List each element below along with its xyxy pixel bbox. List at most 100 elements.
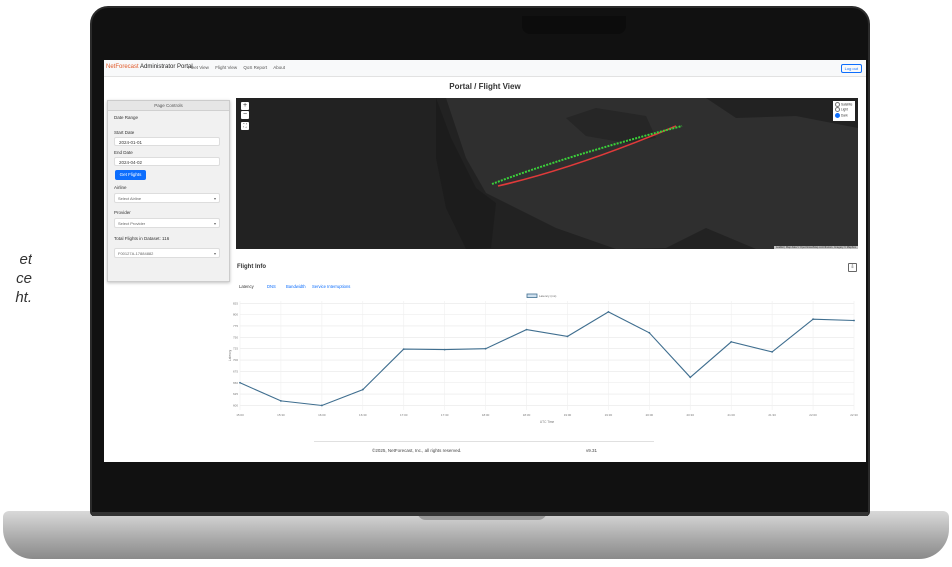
footer-divider <box>314 441 654 442</box>
airline-select[interactable]: Select Airline ▾ <box>114 193 220 203</box>
airline-label: Airline <box>114 185 127 190</box>
latency-point <box>689 376 692 379</box>
y-tick-label: 675 <box>233 369 238 373</box>
y-tick-label: 825 <box>233 301 238 305</box>
y-tick-label: 750 <box>233 335 238 339</box>
layer-control[interactable]: Satellite Light Dark <box>833 101 855 121</box>
controls-header: Page Controls <box>108 101 229 111</box>
x-tick-label: 15:00 <box>236 413 244 417</box>
caption-line: ce <box>16 270 32 287</box>
x-tick-label: 19:30 <box>605 413 613 417</box>
x-tick-label: 17:00 <box>400 413 408 417</box>
x-tick-label: 19:00 <box>564 413 572 417</box>
y-tick-label: 725 <box>233 347 238 351</box>
x-tick-label: 16:00 <box>318 413 326 417</box>
x-tick-label: 17:30 <box>441 413 449 417</box>
x-tick-label: 21:00 <box>727 413 735 417</box>
x-tick-label: 21:30 <box>768 413 776 417</box>
y-tick-label: 700 <box>233 358 238 362</box>
latency-point <box>648 331 651 334</box>
latency-point <box>280 400 282 402</box>
chevron-down-icon: ▾ <box>213 221 216 226</box>
logout-button[interactable]: Log out <box>840 64 862 73</box>
fullscreen-icon[interactable]: ⛶ <box>241 122 249 130</box>
nav-link-flight-view[interactable]: Flight View <box>215 65 237 70</box>
zoom-out-button[interactable]: − <box>241 111 249 119</box>
x-tick-label: 22:00 <box>809 413 817 417</box>
flight-map[interactable]: + − ⛶ Satellite Light Dark Leaflet | Map… <box>236 98 858 249</box>
y-tick-label: 650 <box>233 381 238 385</box>
airline-select-value: Select Airline <box>118 196 142 201</box>
latency-point <box>566 335 569 338</box>
camera-notch <box>522 16 626 34</box>
nav-link-qos-report[interactable]: QoS Report <box>243 65 267 70</box>
layer-option-label: Satellite <box>841 102 853 107</box>
layer-option-label: Light <box>841 107 848 112</box>
provider-select[interactable]: Select Provider ▾ <box>114 218 220 228</box>
x-axis-label: UTC Time <box>540 420 555 424</box>
laptop-hinge <box>92 512 868 516</box>
get-flights-button[interactable]: Get Flights <box>115 170 146 180</box>
latency-point <box>771 350 774 353</box>
x-tick-label: 16:30 <box>359 413 367 417</box>
latency-point <box>730 340 733 343</box>
latency-chart: 600 625 650 675 700 725 750 775 800 825 15:00 15:30… <box>228 293 858 424</box>
tab-bandwidth[interactable]: Bandwidth <box>286 284 306 289</box>
brand-rest: Administrator Portal <box>138 64 193 70</box>
map-terrain <box>236 98 858 249</box>
x-tick-label: 22:30 <box>850 413 858 417</box>
end-date-label: End Date <box>114 150 133 155</box>
chevron-down-icon: ▾ <box>213 196 216 201</box>
start-date-label: Start Date <box>114 130 135 135</box>
latency-point <box>443 348 446 351</box>
y-tick-label: 600 <box>233 403 238 407</box>
provider-label: Provider <box>114 210 131 215</box>
download-icon[interactable]: ⇩ <box>848 263 857 272</box>
flight-info-title: Flight Info <box>237 264 266 270</box>
y-tick-label: 775 <box>233 324 238 328</box>
date-range-label: Date Range <box>114 115 139 120</box>
flight-select[interactable]: F00127A-17884882 ▾ <box>114 248 220 258</box>
layer-option-label: Dark <box>841 113 848 118</box>
x-tick-label: 15:30 <box>277 413 285 417</box>
page-controls-panel: Page Controls Date Range Start Date 2024… <box>107 100 230 282</box>
end-date-input[interactable]: 2024-04-02 <box>114 157 220 166</box>
navbar: NetForecast Administrator Portal Fleet V… <box>104 60 866 77</box>
page-title: Portal / Flight View <box>449 82 521 91</box>
latency-point <box>320 404 323 407</box>
brand[interactable]: NetForecast Administrator Portal <box>106 64 193 70</box>
x-tick-label: 18:00 <box>482 413 490 417</box>
radio-icon <box>835 102 840 107</box>
nav-link-about[interactable]: About <box>273 65 285 70</box>
tab-dns[interactable]: DNS <box>267 284 276 289</box>
x-tick-label: 18:30 <box>523 413 531 417</box>
y-tick-label: 625 <box>233 392 238 396</box>
layer-option[interactable]: Dark <box>835 112 853 118</box>
zoom-in-button[interactable]: + <box>241 102 249 110</box>
latency-point <box>402 348 405 351</box>
footer-copyright: ©2025, NetForecast, Inc., all rights res… <box>372 448 462 453</box>
radio-icon <box>835 107 840 113</box>
latency-point <box>239 381 241 384</box>
nav-link-fleet-view[interactable]: Fleet View <box>188 65 209 70</box>
tab-service-interruptions[interactable]: Service Interruptions <box>312 284 350 289</box>
flight-select-value: F00127A-17884882 <box>118 251 154 256</box>
latency-point <box>812 318 814 321</box>
legend-label: Latency (ms) <box>539 294 556 298</box>
x-tick-label: 20:30 <box>687 413 695 417</box>
y-axis-label: Latency <box>228 350 232 362</box>
legend-swatch <box>526 293 538 298</box>
caption-line: et <box>19 251 32 268</box>
total-flights-label: Total Flights in Dataset: 116 <box>114 236 170 241</box>
brand-accent: NetForecast <box>106 64 139 70</box>
footer-version: v9.31 <box>586 448 598 453</box>
tab-latency[interactable]: Latency <box>239 284 254 289</box>
laptop-screen: NetForecast Administrator Portal Fleet V… <box>104 60 866 462</box>
chevron-down-icon: ▾ <box>213 251 216 256</box>
provider-select-value: Select Provider <box>118 221 146 226</box>
radio-icon <box>835 112 840 118</box>
x-tick-label: 20:00 <box>646 413 654 417</box>
latency-point <box>484 347 487 350</box>
start-date-input[interactable]: 2024-01-01 <box>114 137 220 146</box>
side-caption: et ce ht. <box>0 250 32 307</box>
